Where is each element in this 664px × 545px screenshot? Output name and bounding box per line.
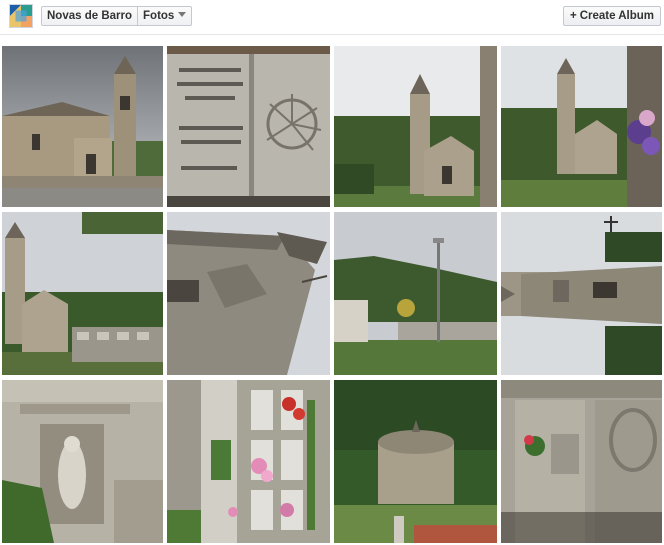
create-album-label: Create Album [579,10,655,22]
photo-tile[interactable] [334,380,497,543]
breadcrumb-photos-label: Fotos [143,10,175,22]
plus-icon: + [569,10,577,22]
photo-grid [0,44,664,545]
photo-tile[interactable] [167,212,330,375]
photo-tile[interactable] [334,46,497,207]
chevron-down-icon [178,12,187,17]
photo-tile[interactable] [334,212,497,375]
photo-tile[interactable] [167,46,330,207]
breadcrumb-page-link[interactable]: Novas de Barro [42,7,137,25]
photo-tile[interactable] [2,46,163,207]
breadcrumb: Novas de Barro Fotos [41,6,193,26]
breadcrumb-photos-dropdown[interactable]: Fotos [137,7,191,25]
page-logo-icon[interactable] [9,4,33,28]
photo-tile[interactable] [501,46,662,207]
photo-tile[interactable] [2,380,163,543]
photo-tile[interactable] [501,380,662,543]
create-album-button[interactable]: + Create Album [563,6,661,26]
photo-tile[interactable] [167,380,330,543]
page-header: Novas de Barro Fotos + Create Album [0,0,664,35]
photo-tile[interactable] [501,212,662,375]
photo-tile[interactable] [2,212,163,375]
